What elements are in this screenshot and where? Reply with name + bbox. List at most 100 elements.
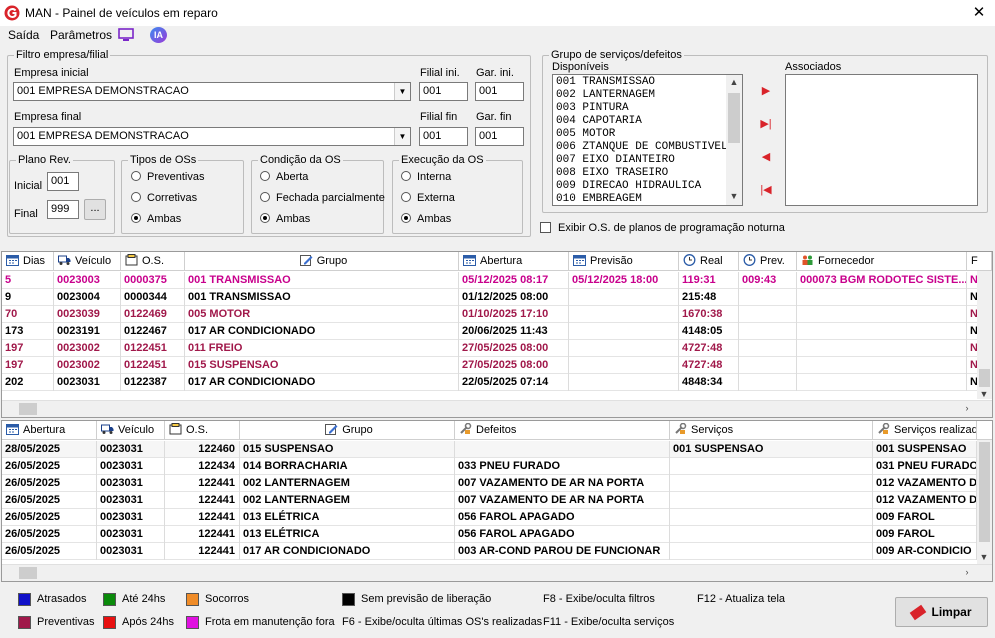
- cell-defeitos: 007 VAZAMENTO DE AR NA PORTA: [455, 475, 670, 492]
- col-real[interactable]: Real: [679, 252, 739, 271]
- disponivel-item[interactable]: 010 EMBREAGEM: [553, 193, 728, 205]
- radio-execucao-ambas[interactable]: Ambas: [401, 213, 451, 225]
- disponivel-item[interactable]: 006 ZTANQUE DE COMBUSTIVEL: [553, 141, 728, 154]
- scroll-thumb[interactable]: [728, 93, 740, 143]
- scroll-right-icon[interactable]: ›: [960, 567, 974, 577]
- disponivel-item[interactable]: 002 LANTERNAGEM: [553, 89, 728, 102]
- radio-tipos-ambas[interactable]: Ambas: [131, 213, 181, 225]
- disponivel-item[interactable]: 008 EIXO TRASEIRO: [553, 167, 728, 180]
- cal-icon: [6, 423, 19, 435]
- chevron-down-icon[interactable]: ▼: [394, 128, 410, 145]
- veiculo-row[interactable]: 5 0023003 0000375 001 TRANSMISSAO 05/12/2025…: [2, 272, 992, 289]
- veiculo-row[interactable]: 197 0023002 0122451 015 SUSPENSAO 27/05/2025…: [2, 357, 992, 374]
- radio-externa[interactable]: Externa: [401, 192, 455, 204]
- servico-row[interactable]: 26/05/2025 0023031 122441 002 LANTERNAGEM 00…: [2, 492, 977, 509]
- servicos-hscroll[interactable]: ›: [2, 564, 992, 581]
- remove-all-icon[interactable]: |◀: [758, 182, 774, 198]
- empresa-inicial-select[interactable]: 001 EMPRESA DEMONSTRACAO ▼: [13, 82, 411, 101]
- col-abertura[interactable]: Abertura: [2, 421, 97, 440]
- radio-preventivas[interactable]: Preventivas: [131, 171, 204, 183]
- veiculos-vscroll[interactable]: ▼: [977, 271, 992, 399]
- servicos-grid[interactable]: Abertura Veículo O.S. Grupo Defeitos Serviços…: [1, 420, 993, 582]
- chevron-down-icon[interactable]: ▼: [394, 83, 410, 100]
- plano-browse-button[interactable]: ...: [84, 199, 106, 220]
- col-os[interactable]: O.S.: [165, 421, 240, 440]
- scroll-down-icon[interactable]: ▼: [977, 389, 991, 399]
- col-os[interactable]: O.S.: [121, 252, 185, 271]
- empresa-final-select[interactable]: 001 EMPRESA DEMONSTRACAO ▼: [13, 127, 411, 146]
- servico-row[interactable]: 26/05/2025 0023031 122441 013 ELÉTRICA 056 F…: [2, 526, 977, 543]
- servicos-vscroll[interactable]: ▼: [977, 440, 992, 564]
- scroll-down-icon[interactable]: ▼: [977, 552, 991, 562]
- scroll-up-icon[interactable]: ▲: [727, 77, 741, 87]
- scroll-thumb[interactable]: [979, 442, 990, 542]
- veiculo-row[interactable]: 9 0023004 0000344 001 TRANSMISSAO 01/12/2025…: [2, 289, 992, 306]
- veiculo-row[interactable]: 173 0023191 0122467 017 AR CONDICIONADO 20/0…: [2, 323, 992, 340]
- monitor-icon[interactable]: [118, 28, 134, 42]
- limpar-button[interactable]: Limpar: [895, 597, 988, 627]
- col-prev[interactable]: Prev.: [739, 252, 797, 271]
- scroll-right-icon[interactable]: ›: [960, 403, 974, 413]
- col-f[interactable]: F: [967, 252, 992, 271]
- servico-row[interactable]: 26/05/2025 0023031 122434 014 BORRACHARIA 03…: [2, 458, 977, 475]
- plano-final-input[interactable]: 999: [47, 200, 79, 219]
- veiculos-hscroll[interactable]: ›: [2, 400, 992, 417]
- col-grupo[interactable]: Grupo: [240, 421, 455, 440]
- col-dias[interactable]: Dias: [2, 252, 54, 271]
- col-fornecedor[interactable]: Fornecedor: [797, 252, 967, 271]
- scroll-thumb[interactable]: [19, 403, 37, 415]
- associados-listbox[interactable]: [785, 74, 978, 206]
- noturna-checkbox[interactable]: [540, 222, 551, 233]
- radio-fechada-parcialmente[interactable]: Fechada parcialmente: [260, 192, 385, 204]
- add-one-icon[interactable]: ▶: [758, 83, 774, 99]
- disponivel-item[interactable]: 001 TRANSMISSAO: [553, 76, 728, 89]
- gar-fin-input[interactable]: 001: [475, 127, 524, 146]
- legend-label: Preventivas: [37, 616, 95, 628]
- disponivel-item[interactable]: 005 MOTOR: [553, 128, 728, 141]
- veiculo-row[interactable]: 197 0023002 0122451 011 FREIO 27/05/2025 08:…: [2, 340, 992, 357]
- col-grupo[interactable]: Grupo: [185, 252, 459, 271]
- servico-row[interactable]: 26/05/2025 0023031 122441 002 LANTERNAGEM 00…: [2, 475, 977, 492]
- add-all-icon[interactable]: ▶|: [758, 116, 774, 132]
- col-veiculo[interactable]: Veículo: [97, 421, 165, 440]
- disponivel-item[interactable]: 003 PINTURA: [553, 102, 728, 115]
- menu-parametros[interactable]: Parâmetros: [50, 28, 112, 42]
- filial-fin-input[interactable]: 001: [419, 127, 468, 146]
- cell-os: 0122451: [121, 357, 185, 374]
- col-veiculo[interactable]: Veículo: [54, 252, 121, 271]
- col-servicos-realizados[interactable]: Serviços realizad: [873, 421, 977, 440]
- radio-interna[interactable]: Interna: [401, 171, 451, 183]
- disponivel-item[interactable]: 004 CAPOTARIA: [553, 115, 728, 128]
- veiculo-row[interactable]: 202 0023031 0122387 017 AR CONDICIONADO 22/0…: [2, 374, 992, 391]
- scroll-down-icon[interactable]: ▼: [727, 191, 741, 201]
- menu-saida[interactable]: Saída: [8, 28, 39, 42]
- cell-defeitos: 007 VAZAMENTO DE AR NA PORTA: [455, 492, 670, 509]
- col-defeitos[interactable]: Defeitos: [455, 421, 670, 440]
- ia-assistant-icon[interactable]: IA: [150, 27, 167, 43]
- col-abertura[interactable]: Abertura: [459, 252, 569, 271]
- disponiveis-scrollbar[interactable]: ▲ ▼: [726, 75, 742, 205]
- radio-condicao-ambas[interactable]: Ambas: [260, 213, 310, 225]
- gar-ini-input[interactable]: 001: [475, 82, 524, 101]
- disponivel-item[interactable]: 009 DIRECAO HIDRAULICA: [553, 180, 728, 193]
- servico-row[interactable]: 28/05/2025 0023031 122460 015 SUSPENSAO 001 …: [2, 441, 977, 458]
- filial-ini-input[interactable]: 001: [419, 82, 468, 101]
- legend-swatch: [18, 616, 31, 629]
- veiculo-row[interactable]: 70 0023039 0122469 005 MOTOR 01/10/2025 17:1…: [2, 306, 992, 323]
- col-previsao[interactable]: Previsão: [569, 252, 679, 271]
- close-button[interactable]: ✕: [970, 3, 988, 21]
- col-servicos[interactable]: Serviços: [670, 421, 873, 440]
- radio-corretivas[interactable]: Corretivas: [131, 192, 197, 204]
- cell-prev: [739, 374, 797, 391]
- veiculos-grid-header: Dias Veículo O.S. Grupo Abertura Previsão Real…: [2, 252, 992, 271]
- remove-one-icon[interactable]: ◀: [758, 149, 774, 165]
- plano-inicial-input[interactable]: 001: [47, 172, 79, 191]
- disponivel-item[interactable]: 007 EIXO DIANTEIRO: [553, 154, 728, 167]
- scroll-thumb[interactable]: [19, 567, 37, 579]
- scroll-thumb[interactable]: [979, 369, 990, 387]
- radio-aberta[interactable]: Aberta: [260, 171, 308, 183]
- veiculos-grid[interactable]: Dias Veículo O.S. Grupo Abertura Previsão Real…: [1, 251, 993, 418]
- disponiveis-listbox[interactable]: 001 TRANSMISSAO 002 LANTERNAGEM 003 PINTUR…: [552, 74, 743, 206]
- servico-row[interactable]: 26/05/2025 0023031 122441 017 AR CONDICIONA…: [2, 543, 977, 560]
- servico-row[interactable]: 26/05/2025 0023031 122441 013 ELÉTRICA 056 F…: [2, 509, 977, 526]
